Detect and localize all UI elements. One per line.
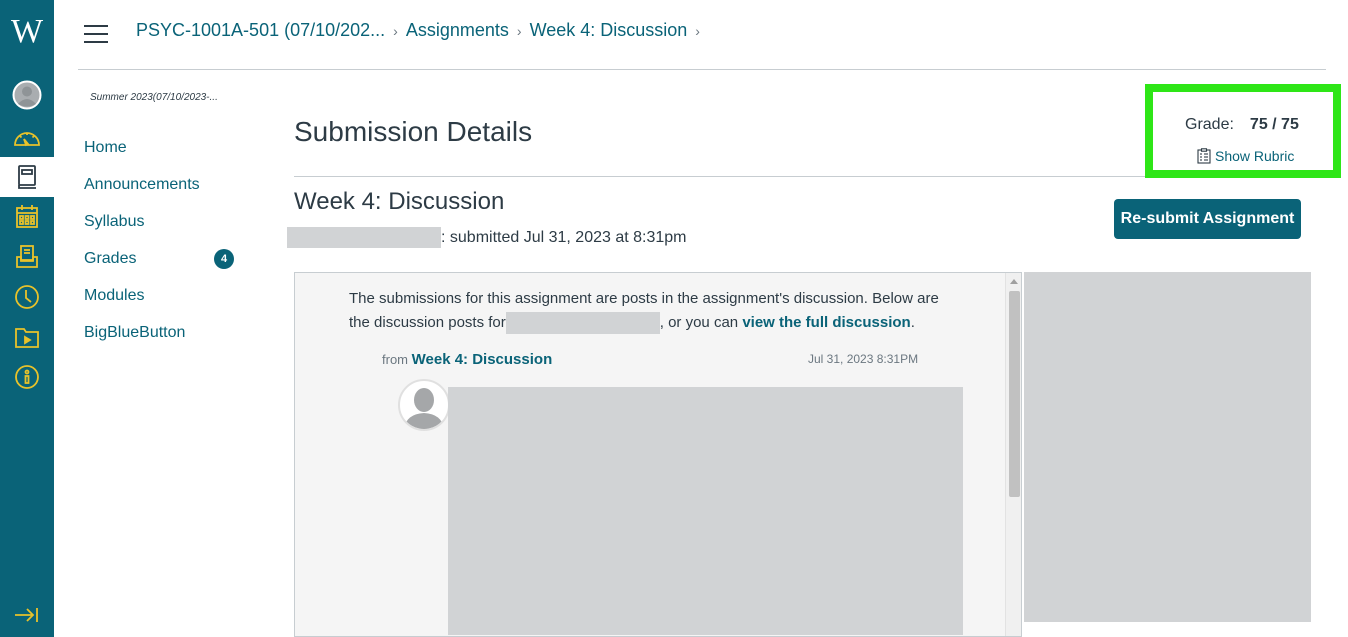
collapse-nav-button[interactable] <box>0 600 54 630</box>
intro-text-2: , or you can <box>659 314 739 331</box>
resubmit-assignment-button[interactable]: Re-submit Assignment <box>1114 199 1301 239</box>
discussion-intro: The submissions for this assignment are … <box>349 287 959 335</box>
course-nav: Summer 2023(07/10/2023-... Home Announce… <box>84 92 254 351</box>
chevron-right-icon: › <box>393 22 398 39</box>
studio-nav-button[interactable] <box>0 317 54 357</box>
view-full-discussion-link[interactable]: view the full discussion <box>742 314 910 331</box>
courses-nav-button[interactable] <box>0 157 54 197</box>
discussion-submission-frame: The submissions for this assignment are … <box>294 272 1022 637</box>
dashboard-icon <box>14 132 40 147</box>
history-nav-button[interactable] <box>0 277 54 317</box>
post-source: from Week 4: Discussion <box>382 351 552 368</box>
collapse-nav-icon <box>15 608 38 622</box>
courses-icon <box>18 165 36 189</box>
course-nav-home[interactable]: Home <box>84 129 254 166</box>
hamburger-icon-line <box>84 33 108 35</box>
from-label: from <box>382 352 408 367</box>
clock-icon <box>15 285 39 309</box>
grades-count-badge: 4 <box>214 248 234 269</box>
course-nav-label: Grades <box>84 249 137 267</box>
breadcrumb-assignment[interactable]: Week 4: Discussion <box>530 20 688 41</box>
breadcrumb-course[interactable]: PSYC-1001A-501 (07/10/202... <box>136 20 385 41</box>
course-nav-modules[interactable]: Modules <box>84 277 254 314</box>
intro-text-end: . <box>910 314 915 331</box>
rubric-icon <box>1197 148 1211 164</box>
hamburger-icon-line <box>84 41 108 43</box>
post-date: Jul 31, 2023 8:31PM <box>808 352 919 366</box>
redacted-student-name <box>287 227 441 248</box>
institution-logo[interactable]: W <box>0 12 54 52</box>
show-rubric-link[interactable]: Show Rubric <box>1197 148 1294 164</box>
dashboard-nav-button[interactable] <box>0 117 54 157</box>
scrollbar-thumb[interactable] <box>1009 291 1020 497</box>
folder-video-icon <box>15 328 39 348</box>
breadcrumb: PSYC-1001A-501 (07/10/202... › Assignmen… <box>136 20 708 41</box>
course-nav-label: BigBlueButton <box>84 323 186 341</box>
post-avatar <box>398 379 450 431</box>
submission-info: : submitted Jul 31, 2023 at 8:31pm <box>287 227 686 248</box>
submitted-text: : submitted Jul 31, 2023 at 8:31pm <box>441 228 687 246</box>
global-nav: W <box>0 0 54 637</box>
course-nav-label: Modules <box>84 286 145 304</box>
redacted-side-panel <box>1024 272 1311 622</box>
chevron-right-icon: › <box>695 22 700 39</box>
help-nav-button[interactable] <box>0 357 54 397</box>
redacted-post-body <box>448 387 963 635</box>
course-nav-grades[interactable]: Grades 4 <box>84 240 254 277</box>
grade-label: Grade: <box>1185 116 1234 133</box>
discussion-link[interactable]: Week 4: Discussion <box>412 351 553 368</box>
frame-scrollbar[interactable] <box>1005 273 1021 636</box>
calendar-nav-button[interactable] <box>0 197 54 237</box>
chevron-right-icon: › <box>516 22 522 39</box>
grade-summary: Grade: 75 / 75 Show Rubric <box>1145 84 1341 178</box>
inbox-nav-button[interactable] <box>0 237 54 277</box>
course-nav-label: Announcements <box>84 175 200 193</box>
grade-row: Grade: 75 / 75 <box>1185 116 1299 134</box>
avatar-icon <box>404 388 444 429</box>
scroll-up-icon[interactable] <box>1010 279 1018 284</box>
calendar-icon <box>16 205 38 228</box>
grade-value: 75 / 75 <box>1249 116 1299 133</box>
course-nav-announcements[interactable]: Announcements <box>84 166 254 203</box>
course-nav-label: Syllabus <box>84 212 145 230</box>
page-title: Submission Details <box>294 116 533 147</box>
inbox-icon <box>16 245 38 268</box>
menu-toggle-button[interactable] <box>84 25 108 45</box>
course-term: Summer 2023(07/10/2023-... <box>90 92 218 103</box>
course-nav-syllabus[interactable]: Syllabus <box>84 203 254 240</box>
redacted-student-name <box>505 312 660 335</box>
assignment-title: Week 4: Discussion <box>294 188 505 215</box>
info-icon <box>15 365 39 389</box>
avatar-icon <box>12 80 42 110</box>
course-nav-label: Home <box>84 138 127 156</box>
hamburger-icon <box>84 25 108 27</box>
course-nav-bigbluebutton[interactable]: BigBlueButton <box>84 314 254 351</box>
account-nav-button[interactable] <box>0 75 54 115</box>
show-rubric-label: Show Rubric <box>1215 148 1295 164</box>
page-header: PSYC-1001A-501 (07/10/202... › Assignmen… <box>78 0 1326 70</box>
breadcrumb-assignments[interactable]: Assignments <box>406 20 509 41</box>
